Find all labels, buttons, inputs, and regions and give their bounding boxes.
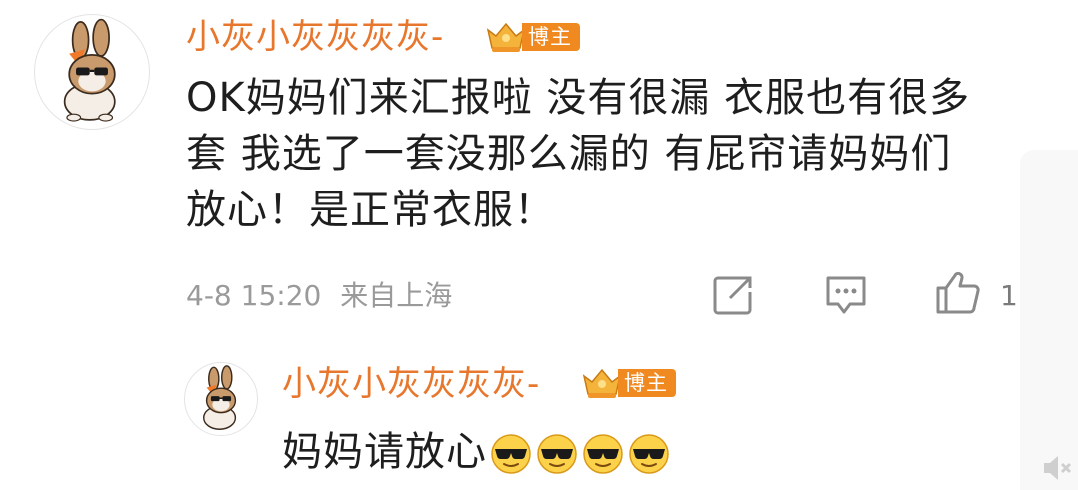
repost-icon[interactable] xyxy=(712,274,754,316)
side-panel-edge xyxy=(1020,150,1078,490)
sunglasses-emoji-icon xyxy=(583,434,623,474)
reply-text-row: 妈妈请放心 xyxy=(282,424,673,480)
emoji-row xyxy=(489,432,673,476)
badge-label: 博主 xyxy=(522,23,580,51)
comment-meta: 4-8 15:20 来自上海 xyxy=(186,279,452,313)
username[interactable]: 小灰小灰灰灰灰- xyxy=(186,17,444,57)
comment-line: 放心！是正常衣服！ xyxy=(186,187,555,233)
blogger-badge: 博主 xyxy=(484,20,580,54)
comment-line: 套 我选了一套没那么漏的 有屁帘请妈妈们 xyxy=(186,131,952,177)
location: 来自上海 xyxy=(340,279,453,312)
reply-text: 妈妈请放心 xyxy=(282,429,487,475)
reply-username[interactable]: 小灰小灰灰灰灰- xyxy=(282,364,540,404)
avatar[interactable] xyxy=(34,14,150,130)
reply-blogger-badge: 博主 xyxy=(580,366,676,400)
sunglasses-emoji-icon xyxy=(491,434,531,474)
speaker-mute-icon[interactable] xyxy=(1040,450,1076,486)
sunglasses-emoji-icon xyxy=(537,434,577,474)
reply-badge-label: 博主 xyxy=(618,369,676,397)
comment-icon[interactable] xyxy=(824,274,868,316)
sunglasses-emoji-icon xyxy=(629,434,669,474)
reply-avatar[interactable] xyxy=(184,362,258,436)
comment-line: OK妈妈们来汇报啦 没有很漏 衣服也有很多 xyxy=(186,75,971,121)
like-count: 1 xyxy=(1000,279,1018,312)
comment-text: OK妈妈们来汇报啦 没有很漏 衣服也有很多 套 我选了一套没那么漏的 有屁帘请妈… xyxy=(186,70,1046,238)
like-icon[interactable] xyxy=(934,270,982,316)
timestamp: 4-8 15:20 xyxy=(186,279,322,312)
